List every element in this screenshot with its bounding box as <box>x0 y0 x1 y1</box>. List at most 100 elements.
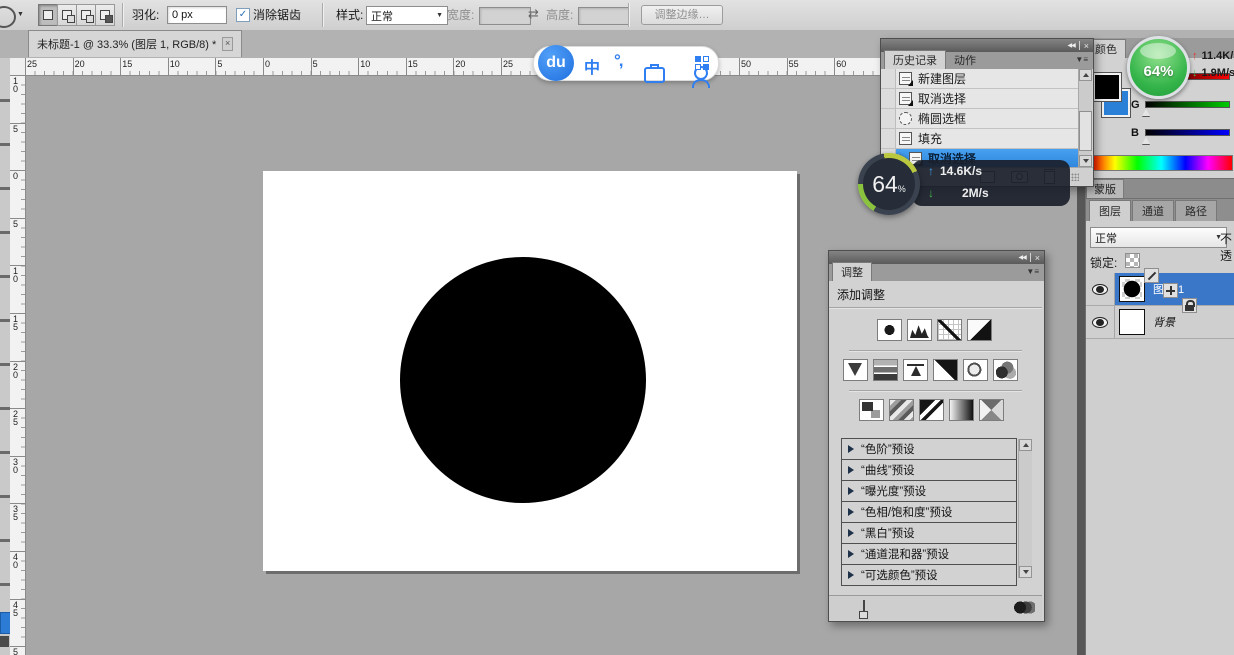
history-state-row[interactable]: 填充 <box>881 129 1078 149</box>
adjustment-preset-row[interactable]: “通道混和器”预设 <box>841 543 1017 565</box>
layer-thumbnail[interactable] <box>1119 309 1145 335</box>
panel-menu-icon[interactable]: ▼≡ <box>1026 267 1039 276</box>
tab-layers[interactable]: 图层 <box>1089 200 1131 221</box>
clip-to-layer-icon[interactable] <box>1013 601 1035 614</box>
lock-pixels-icon[interactable] <box>1144 268 1159 283</box>
resize-grip[interactable] <box>1071 173 1079 181</box>
ime-menu-grid-icon[interactable] <box>695 56 710 71</box>
close-panel-icon[interactable]: × <box>1084 41 1089 51</box>
history-state-checkbox[interactable] <box>881 129 896 148</box>
history-state-row[interactable]: 新建图层 <box>881 69 1078 89</box>
history-state-checkbox[interactable] <box>881 69 896 88</box>
adjustment-preset-row[interactable]: “黑白”预设 <box>841 522 1017 544</box>
channel-mixer-adjustment-icon[interactable] <box>993 359 1018 381</box>
color-spectrum-ramp[interactable] <box>1090 155 1233 171</box>
presets-scrollbar[interactable] <box>1018 439 1032 578</box>
blend-mode-dropdown[interactable]: 正常 ▼ <box>1090 227 1227 248</box>
brightness-contrast-adjustment-icon[interactable] <box>877 319 902 341</box>
green-slider-thumb[interactable] <box>1142 109 1150 116</box>
threshold-adjustment-icon[interactable] <box>919 399 944 421</box>
disclosure-triangle-icon[interactable] <box>848 508 854 516</box>
intersect-selection-button[interactable] <box>95 4 115 26</box>
photo-filter-adjustment-icon[interactable] <box>963 359 988 381</box>
history-state-checkbox[interactable] <box>881 109 896 128</box>
gradient-map-adjustment-icon[interactable] <box>949 399 974 421</box>
visibility-eye-icon[interactable] <box>1092 317 1108 328</box>
lock-transparency-icon[interactable] <box>1125 253 1140 268</box>
tab-actions[interactable]: 动作 <box>946 51 984 69</box>
collapse-panel-icon[interactable]: ◀◀ <box>1019 254 1026 261</box>
panel-menu-icon[interactable]: ▼≡ <box>1075 55 1088 64</box>
disclosure-triangle-icon[interactable] <box>848 529 854 537</box>
layer-visibility-cell[interactable] <box>1086 273 1115 305</box>
tool-preset-dropdown-icon[interactable]: ▼ <box>17 11 24 18</box>
tab-channels[interactable]: 通道 <box>1132 200 1174 221</box>
baidu-ime-logo[interactable]: du <box>538 45 574 81</box>
history-state-row[interactable]: 取消选择 <box>881 89 1078 109</box>
color-balance-adjustment-icon[interactable] <box>903 359 928 381</box>
black-white-adjustment-icon[interactable] <box>933 359 958 381</box>
exposure-adjustment-icon[interactable] <box>967 319 992 341</box>
punctuation-mode-button[interactable]: °, <box>614 51 622 71</box>
layer-visibility-cell[interactable] <box>1086 306 1115 338</box>
disclosure-triangle-icon[interactable] <box>848 550 854 558</box>
width-input[interactable] <box>479 7 531 25</box>
vibrance-adjustment-icon[interactable] <box>843 359 868 381</box>
visibility-eye-icon[interactable] <box>1092 284 1108 295</box>
scroll-down-icon[interactable] <box>1019 566 1032 578</box>
toolbox-icon[interactable] <box>0 636 9 647</box>
disclosure-triangle-icon[interactable] <box>848 466 854 474</box>
disclosure-triangle-icon[interactable] <box>848 487 854 495</box>
subtract-from-selection-button[interactable] <box>76 4 96 26</box>
lock-position-icon[interactable] <box>1163 283 1178 298</box>
antialias-checkbox[interactable]: ✓ <box>236 8 250 22</box>
green-slider[interactable] <box>1145 101 1230 108</box>
height-input[interactable] <box>578 7 630 25</box>
foreground-color-swatch[interactable] <box>1093 73 1121 101</box>
layer-row[interactable]: 图层 1 <box>1086 273 1234 306</box>
blue-slider[interactable] <box>1145 129 1230 136</box>
adjustment-preset-row[interactable]: “曝光度”预设 <box>841 480 1017 502</box>
hue-saturation-adjustment-icon[interactable] <box>873 359 898 381</box>
new-selection-button[interactable] <box>38 4 58 26</box>
history-scrollbar-thumb[interactable] <box>1079 111 1092 151</box>
tab-history[interactable]: 历史记录 <box>884 50 946 69</box>
style-dropdown[interactable]: 正常 ▼ <box>366 6 448 25</box>
toolbox-icon[interactable] <box>644 67 665 83</box>
chinese-mode-button[interactable]: 中 <box>584 54 600 78</box>
document-tab-close-icon[interactable]: × <box>222 37 233 51</box>
tab-paths[interactable]: 路径 <box>1175 200 1217 221</box>
blue-slider-thumb[interactable] <box>1142 137 1150 144</box>
curves-adjustment-icon[interactable] <box>937 319 962 341</box>
disclosure-triangle-icon[interactable] <box>848 445 854 453</box>
levels-adjustment-icon[interactable] <box>907 319 932 341</box>
refine-edge-button[interactable]: 调整边缘… <box>641 5 723 25</box>
history-scrollbar[interactable] <box>1078 69 1092 167</box>
elliptical-marquee-tool-icon[interactable] <box>0 6 16 28</box>
system-usage-badge[interactable]: 64% <box>1127 36 1190 99</box>
disclosure-triangle-icon[interactable] <box>848 571 854 579</box>
feather-input[interactable] <box>167 6 227 24</box>
posterize-adjustment-icon[interactable] <box>889 399 914 421</box>
expand-panel-icon[interactable] <box>863 600 865 616</box>
tab-adjustments[interactable]: 调整 <box>832 262 872 281</box>
adjustment-preset-row[interactable]: “色阶”预设 <box>841 438 1017 460</box>
adjustment-preset-row[interactable]: “可选颜色”预设 <box>841 564 1017 586</box>
adjustment-preset-row[interactable]: “色相/饱和度”预设 <box>841 501 1017 523</box>
layer-row[interactable]: 背景 <box>1086 306 1234 339</box>
invert-adjustment-icon[interactable] <box>859 399 884 421</box>
layer-thumbnail[interactable] <box>1119 276 1145 302</box>
document-tab[interactable]: 未标题-1 @ 33.3% (图层 1, RGB/8) * × <box>28 30 242 57</box>
scroll-up-icon[interactable] <box>1079 69 1092 81</box>
add-to-selection-button[interactable] <box>57 4 77 26</box>
history-state-row[interactable]: 椭圆选框 <box>881 109 1078 129</box>
swap-dimensions-icon[interactable]: ⇄ <box>528 6 539 22</box>
adjustment-preset-row[interactable]: “曲线”预设 <box>841 459 1017 481</box>
scroll-down-icon[interactable] <box>1079 155 1092 167</box>
lock-all-icon[interactable] <box>1182 298 1197 313</box>
collapse-panel-icon[interactable]: ◀◀ <box>1068 42 1075 49</box>
scroll-up-icon[interactable] <box>1019 439 1032 451</box>
history-state-checkbox[interactable] <box>881 89 896 108</box>
memory-usage-ring[interactable]: 64% <box>858 153 920 215</box>
selective-color-adjustment-icon[interactable] <box>979 399 1004 421</box>
